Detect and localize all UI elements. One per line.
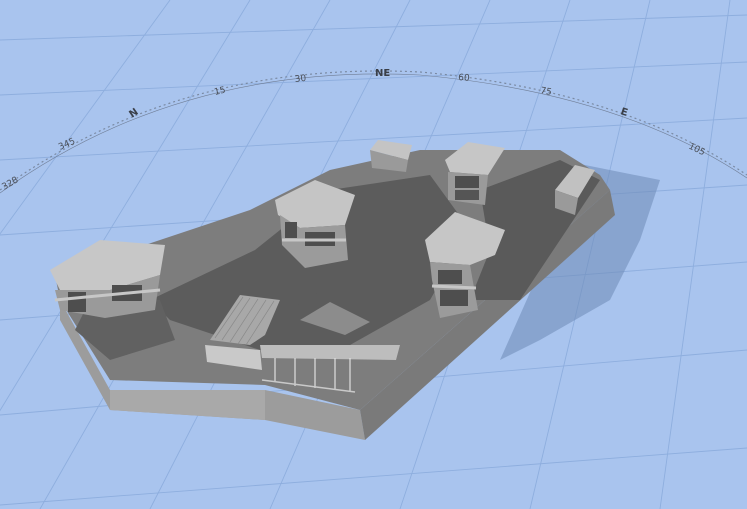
building-top-shed[interactable] — [370, 140, 412, 172]
compass-label-30: 30 — [294, 74, 307, 85]
scene-canvas[interactable]: 328 345 N 15 30 NE 60 75 E 105 — [0, 0, 747, 509]
compass-label-ne: NE — [375, 68, 390, 79]
3d-viewport[interactable]: 328 345 N 15 30 NE 60 75 E 105 — [0, 0, 747, 509]
compass-label-75: 75 — [539, 86, 552, 98]
compass-label-60: 60 — [458, 73, 470, 84]
